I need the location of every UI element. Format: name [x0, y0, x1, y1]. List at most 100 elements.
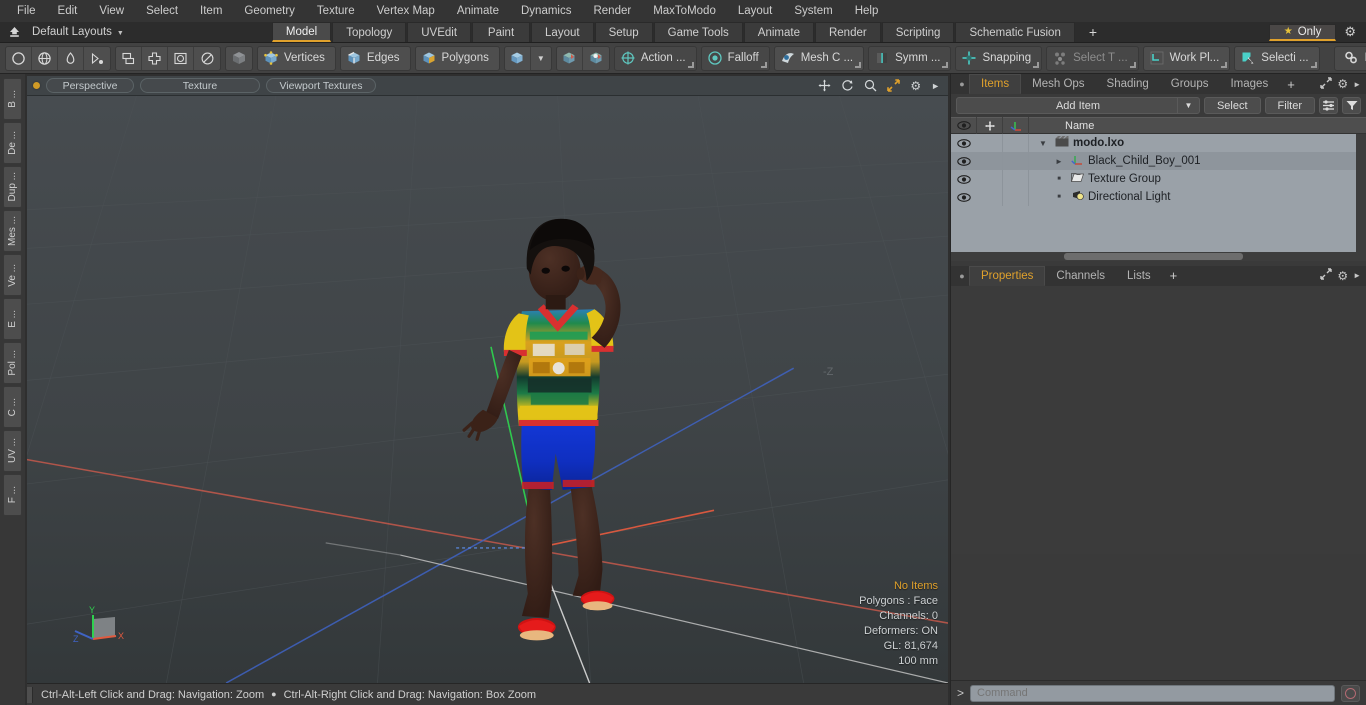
- row-transform-cell[interactable]: [1003, 170, 1029, 188]
- kits-button[interactable]: Kits: [1333, 45, 1366, 71]
- snap-right-icon[interactable]: [583, 47, 609, 70]
- menu-item-help[interactable]: Help: [844, 0, 890, 22]
- row-name-cell[interactable]: ▼ modo.lxo: [1029, 136, 1366, 150]
- cube-icon[interactable]: [226, 47, 252, 70]
- expand-arrow-down-icon[interactable]: ▼: [1035, 139, 1051, 148]
- column-transform-icon[interactable]: [1003, 117, 1029, 134]
- row-name-cell[interactable]: ■ Directional Light: [1029, 190, 1366, 205]
- tab-groups[interactable]: Groups: [1159, 74, 1220, 94]
- table-row[interactable]: ▼ modo.lxo: [951, 134, 1366, 152]
- menu-item-texture[interactable]: Texture: [306, 0, 366, 22]
- tab-properties[interactable]: Properties: [969, 265, 1046, 286]
- tab-setup[interactable]: Setup: [594, 22, 653, 42]
- mesh-constraint-button[interactable]: Mesh C ...: [773, 45, 865, 71]
- curve-icon[interactable]: [84, 47, 110, 70]
- menu-item-geometry[interactable]: Geometry: [233, 0, 306, 22]
- select-through-button[interactable]: Select T ...: [1046, 45, 1139, 71]
- chevron-right-icon[interactable]: ►: [1353, 80, 1361, 89]
- menu-item-system[interactable]: System: [783, 0, 843, 22]
- status-bar-handle[interactable]: [27, 686, 33, 703]
- column-lock-icon[interactable]: [977, 117, 1003, 134]
- row-lock-cell[interactable]: [977, 134, 1003, 152]
- selection-sets-button[interactable]: Selecti ...: [1234, 45, 1320, 71]
- gear-icon[interactable]: ⚙: [1337, 269, 1348, 283]
- selection-mode-polygons[interactable]: Polygons: [414, 45, 500, 71]
- gear-icon[interactable]: ⚙: [1337, 77, 1348, 91]
- vtab-uv[interactable]: UV ...: [3, 430, 22, 472]
- column-visibility-icon[interactable]: [951, 117, 977, 134]
- viewport-projection-dropdown[interactable]: Perspective: [46, 78, 134, 93]
- row-lock-cell[interactable]: [977, 170, 1003, 188]
- table-row[interactable]: ■ Texture Group: [951, 170, 1366, 188]
- rotate-icon[interactable]: [839, 79, 856, 92]
- add-panel-tab-button[interactable]: +: [1279, 74, 1303, 94]
- menu-item-render[interactable]: Render: [582, 0, 642, 22]
- menu-item-item[interactable]: Item: [189, 0, 233, 22]
- cube-outline-icon[interactable]: [505, 46, 531, 70]
- tab-animate[interactable]: Animate: [743, 22, 814, 42]
- menu-item-select[interactable]: Select: [135, 0, 189, 22]
- add-tab-button[interactable]: +: [1076, 22, 1110, 42]
- vtab-duplicate[interactable]: Dup ...: [3, 166, 22, 208]
- pan-icon[interactable]: [816, 79, 833, 92]
- tab-mesh-ops[interactable]: Mesh Ops: [1021, 74, 1096, 94]
- selection-mode-vertices[interactable]: Vertices: [257, 45, 336, 71]
- tab-items[interactable]: Items: [969, 74, 1022, 94]
- layout-name[interactable]: Default Layouts ▼: [24, 26, 132, 38]
- tab-paint[interactable]: Paint: [472, 22, 531, 42]
- menu-item-maxtomodo[interactable]: MaxToModo: [642, 0, 727, 22]
- falloff-button[interactable]: Falloff: [700, 45, 770, 71]
- tab-schematic-fusion[interactable]: Schematic Fusion: [955, 22, 1075, 42]
- home-icon[interactable]: [4, 23, 24, 42]
- vtab-mesh-edit[interactable]: Mes ...: [3, 210, 22, 252]
- item-list-horizontal-scrollbar[interactable]: [951, 251, 1356, 261]
- viewport-shading-dropdown[interactable]: Texture: [140, 78, 260, 93]
- tab-images[interactable]: Images: [1219, 74, 1280, 94]
- row-visibility-toggle[interactable]: [951, 192, 977, 202]
- snapping-button[interactable]: Snapping: [955, 45, 1043, 71]
- tab-layout[interactable]: Layout: [531, 22, 594, 42]
- tab-uvedit[interactable]: UVEdit: [407, 22, 472, 42]
- select-button[interactable]: Select: [1203, 97, 1261, 114]
- snap-left-icon[interactable]: [557, 46, 583, 70]
- globe-icon[interactable]: [32, 46, 58, 70]
- pen-icon[interactable]: [58, 46, 84, 70]
- item-list[interactable]: ▼ modo.lxo ► Black_Child_Boy_001 ■ Textu…: [951, 134, 1366, 261]
- list-options-icon[interactable]: [1319, 97, 1338, 114]
- row-name-cell[interactable]: ■ Texture Group: [1029, 172, 1366, 186]
- tab-topology[interactable]: Topology: [332, 22, 407, 42]
- command-input[interactable]: [970, 684, 1335, 702]
- tab-game-tools[interactable]: Game Tools: [653, 22, 743, 42]
- expand-icon[interactable]: [1320, 76, 1333, 92]
- viewport-textures-dropdown[interactable]: Viewport Textures: [266, 78, 376, 93]
- chevron-right-icon[interactable]: ►: [1353, 271, 1361, 280]
- only-button[interactable]: ★ Only: [1268, 23, 1337, 41]
- vtab-basic[interactable]: B ...: [3, 78, 22, 120]
- chevron-down-icon[interactable]: ▼: [531, 47, 551, 70]
- vtab-vertex[interactable]: Ve ...: [3, 254, 22, 296]
- menu-item-animate[interactable]: Animate: [446, 0, 510, 22]
- row-lock-cell[interactable]: [977, 188, 1003, 206]
- menu-item-dynamics[interactable]: Dynamics: [510, 0, 582, 22]
- vtab-curve[interactable]: C ...: [3, 386, 22, 428]
- add-properties-tab-button[interactable]: +: [1161, 265, 1186, 286]
- filter-button[interactable]: Filter: [1264, 97, 1315, 114]
- gear-icon[interactable]: ⚙: [908, 79, 923, 93]
- chevron-down-icon[interactable]: ▼: [1176, 98, 1199, 113]
- panel-menu-icon[interactable]: ●: [955, 266, 969, 286]
- menu-item-file[interactable]: File: [6, 0, 47, 22]
- component-mode-dropdown[interactable]: ▼: [503, 45, 552, 71]
- row-visibility-toggle[interactable]: [951, 138, 977, 148]
- row-visibility-toggle[interactable]: [951, 174, 977, 184]
- vtab-fusion[interactable]: F ...: [3, 474, 22, 516]
- scrollbar-thumb[interactable]: [1064, 252, 1243, 260]
- item-list-vertical-scrollbar[interactable]: [1356, 134, 1366, 261]
- work-plane-button[interactable]: Work Pl...: [1142, 45, 1231, 71]
- action-center-button[interactable]: Action ...: [613, 45, 697, 71]
- table-row[interactable]: ► Black_Child_Boy_001: [951, 152, 1366, 170]
- row-lock-cell[interactable]: [977, 152, 1003, 170]
- gear-icon[interactable]: ⚙: [1340, 24, 1360, 40]
- vtab-deform[interactable]: De ...: [3, 122, 22, 164]
- vtab-polygon[interactable]: Pol ...: [3, 342, 22, 384]
- tab-scripting[interactable]: Scripting: [881, 22, 955, 42]
